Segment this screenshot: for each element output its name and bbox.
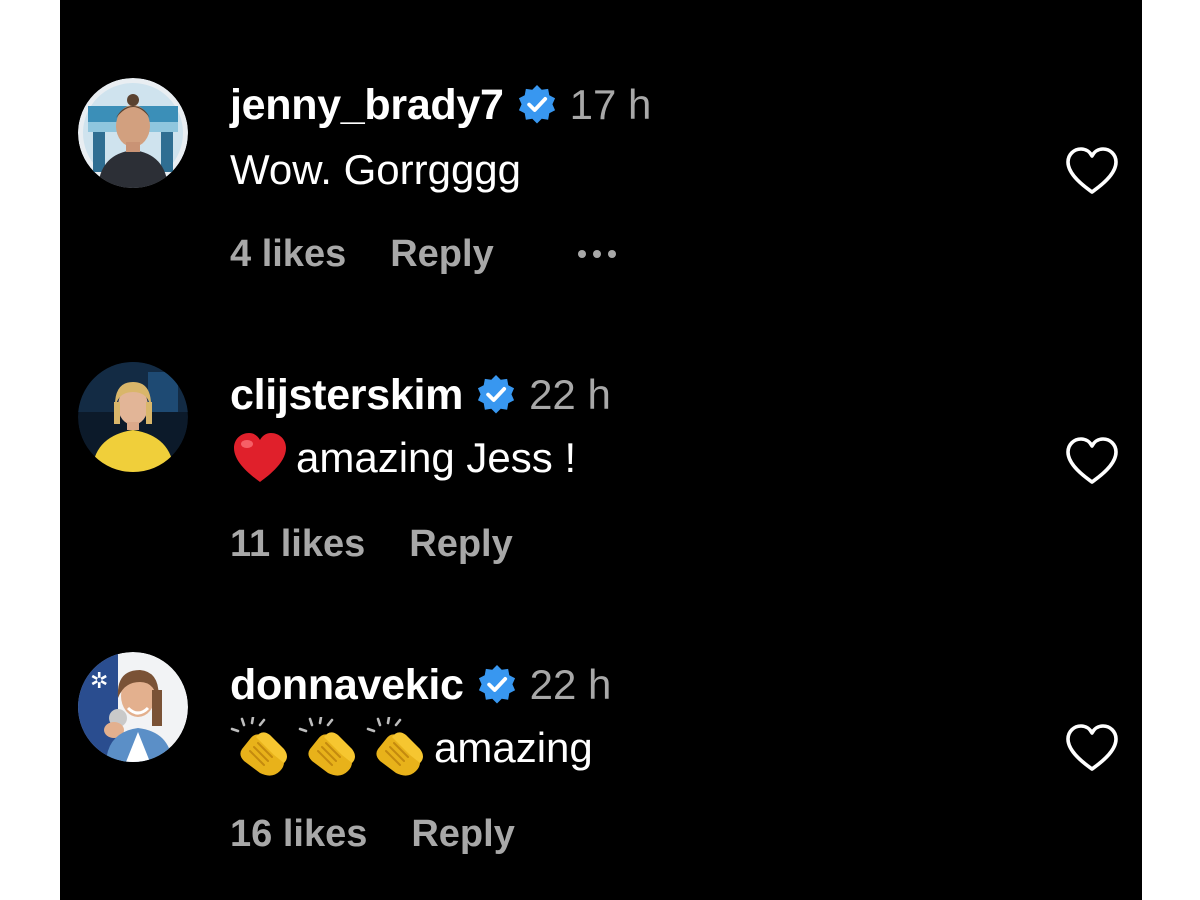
reply-button[interactable]: Reply [390, 233, 493, 276]
username[interactable]: donnavekic [230, 661, 464, 710]
avatar[interactable] [78, 78, 188, 188]
comment-time: 22 h [529, 371, 611, 418]
verified-badge-icon [476, 664, 518, 706]
emoji-group [230, 717, 434, 779]
avatar[interactable]: ✲ [78, 652, 188, 762]
svg-text:✲: ✲ [90, 669, 108, 694]
comment-text: amazing [434, 724, 593, 771]
comment-item: jenny_brady7 17 h Wow. Gorrgggg 4 likes … [60, 0, 1142, 275]
like-count[interactable]: 11 likes [230, 523, 365, 566]
comment-text: Wow. Gorrgggg [230, 146, 522, 193]
username[interactable]: clijsterskim [230, 371, 463, 420]
heart-outline-icon[interactable] [1064, 435, 1120, 487]
heart-outline-icon[interactable] [1064, 145, 1120, 197]
red-heart-emoji-icon [230, 428, 290, 488]
avatar[interactable] [78, 362, 188, 472]
username[interactable]: jenny_brady7 [230, 81, 504, 130]
heart-outline-icon[interactable] [1064, 722, 1120, 774]
reply-button[interactable]: Reply [409, 523, 512, 566]
comment-time: 17 h [569, 81, 652, 128]
comments-panel: jenny_brady7 17 h Wow. Gorrgggg 4 likes … [60, 0, 1142, 900]
like-count[interactable]: 16 likes [230, 813, 367, 856]
comment-text: amazing Jess ! [296, 434, 577, 481]
clapping-hands-emoji-icon [366, 717, 428, 779]
verified-badge-icon [475, 374, 517, 416]
clapping-hands-emoji-icon [298, 717, 360, 779]
clapping-hands-emoji-icon [230, 717, 292, 779]
more-options-icon[interactable] [577, 250, 616, 258]
comment-time: 22 h [529, 661, 612, 708]
verified-badge-icon [516, 84, 558, 126]
reply-button[interactable]: Reply [411, 813, 514, 856]
comment-item: ✲ donnavekic 22 h amazing 16 likes Reply [60, 580, 1142, 855]
like-count[interactable]: 4 likes [230, 233, 346, 276]
comment-item: clijsterskim 22 h amazing Jess ! 11 like… [60, 290, 1142, 565]
